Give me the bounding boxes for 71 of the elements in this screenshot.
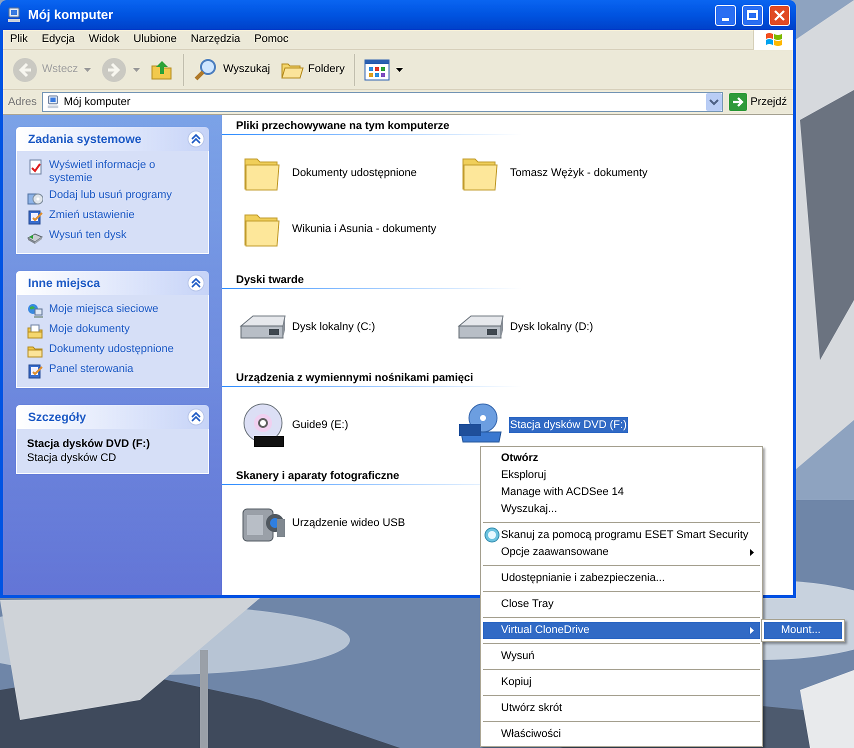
item-label[interactable]: Wikunia i Asunia - dokumenty	[291, 220, 438, 238]
collapse-icon[interactable]	[187, 408, 205, 426]
menu-item[interactable]: Opcje zaawansowane	[483, 544, 760, 561]
maximize-button[interactable]	[742, 4, 763, 26]
menu-item[interactable]: Widok	[82, 31, 126, 48]
menu-item[interactable]: Virtual CloneDrive	[483, 622, 760, 639]
folders-button[interactable]: Foldery	[277, 52, 348, 86]
panel-header[interactable]: Zadania systemowe	[16, 127, 209, 151]
close-button[interactable]	[769, 4, 790, 26]
window-title: Mój komputer	[28, 6, 114, 24]
panel-title: Inne miejsca	[28, 275, 102, 292]
task-link[interactable]: Moje miejsca sieciowe	[49, 303, 158, 316]
control-panel-icon	[27, 209, 43, 225]
panel-header[interactable]: Inne miejsca	[16, 271, 209, 295]
task-link[interactable]: Wyświetl informacje o systemie	[49, 159, 198, 185]
menu-item[interactable]: Mount...	[764, 622, 842, 639]
collapse-icon[interactable]	[187, 130, 205, 148]
documents-icon	[27, 323, 43, 339]
menu-item[interactable]: Narzędzia	[184, 31, 248, 48]
task-link[interactable]: Dokumenty udostępnione	[49, 343, 174, 356]
control-panel-icon	[27, 363, 43, 379]
close-icon	[774, 10, 785, 20]
menu-item[interactable]: Udostępnianie i zabezpieczenia...	[483, 570, 760, 587]
menu-item[interactable]: Pomoc	[247, 31, 296, 48]
section-heading: Pliki przechowywane na tym komputerze	[235, 119, 450, 134]
item-label[interactable]: Guide9 (E:)	[291, 416, 350, 434]
item-label[interactable]: Dokumenty udostępnione	[291, 164, 418, 182]
flag-icon	[764, 32, 782, 48]
go-button[interactable]: Przejdź	[726, 92, 790, 112]
menu-item[interactable]: Właściwości	[483, 726, 760, 743]
menu-item[interactable]: Otwórz	[483, 450, 760, 467]
task-link[interactable]: Wysuń ten dysk	[49, 229, 127, 242]
details-name: Stacja dysków DVD (F:)	[27, 437, 151, 451]
address-label: Adres	[7, 94, 38, 110]
menu-item[interactable]: Ulubione	[126, 31, 184, 48]
search-button[interactable]: Wyszukaj	[190, 52, 274, 86]
item-label[interactable]: Dysk lokalny (C:)	[291, 318, 376, 336]
collapse-icon[interactable]	[187, 274, 205, 292]
panel-header[interactable]: Szczegóły	[16, 405, 209, 429]
menu-item[interactable]: Eksploruj	[483, 467, 760, 484]
task-link[interactable]: Zmień ustawienie	[49, 209, 135, 222]
panel-title: Szczegóły	[28, 409, 88, 426]
task-link[interactable]: Moje dokumenty	[49, 323, 130, 336]
menu-item[interactable]: Wysuń	[483, 648, 760, 665]
menu-item[interactable]: Utwórz skrót	[483, 700, 760, 717]
details-type: Stacja dysków CD	[27, 451, 118, 465]
section-heading: Skanery i aparaty fotograficzne	[235, 469, 400, 484]
menu-item[interactable]: Wyszukaj...	[483, 501, 760, 518]
document-check-icon	[27, 159, 43, 175]
menu-item[interactable]: Close Tray	[483, 596, 760, 613]
dropdown-icon[interactable]	[706, 93, 722, 111]
computer-icon	[46, 95, 60, 109]
grid-icon	[364, 58, 390, 80]
menu-item[interactable]: Plik	[3, 31, 35, 48]
task-link[interactable]: Dodaj lub usuń programy	[49, 189, 172, 202]
menu-item[interactable]: Manage with ACDSee 14	[483, 484, 760, 501]
network-icon	[27, 303, 43, 319]
section-heading: Dyski twarde	[235, 273, 304, 288]
task-link[interactable]: Panel sterowania	[49, 363, 134, 376]
computer-icon	[6, 7, 22, 23]
item-label[interactable]: Stacja dysków DVD (F:)	[509, 416, 628, 434]
menu-item[interactable]: Edycja	[34, 31, 82, 48]
item-label[interactable]: Tomasz Wężyk - dokumenty	[509, 164, 649, 182]
menu-item[interactable]: Kopiuj	[483, 674, 760, 691]
item-label[interactable]: Dysk lokalny (D:)	[509, 318, 594, 336]
address-field[interactable]: Mój komputer	[42, 92, 724, 112]
minimize-button[interactable]	[715, 4, 736, 26]
section-heading: Urządzenia z wymiennymi nośnikami pamięci	[235, 371, 474, 386]
panel-title: Zadania systemowe	[28, 131, 142, 148]
item-label[interactable]: Urządzenie wideo USB	[291, 514, 406, 532]
menu-item[interactable]: Skanuj za pomocą programu ESET Smart Security	[483, 527, 760, 544]
